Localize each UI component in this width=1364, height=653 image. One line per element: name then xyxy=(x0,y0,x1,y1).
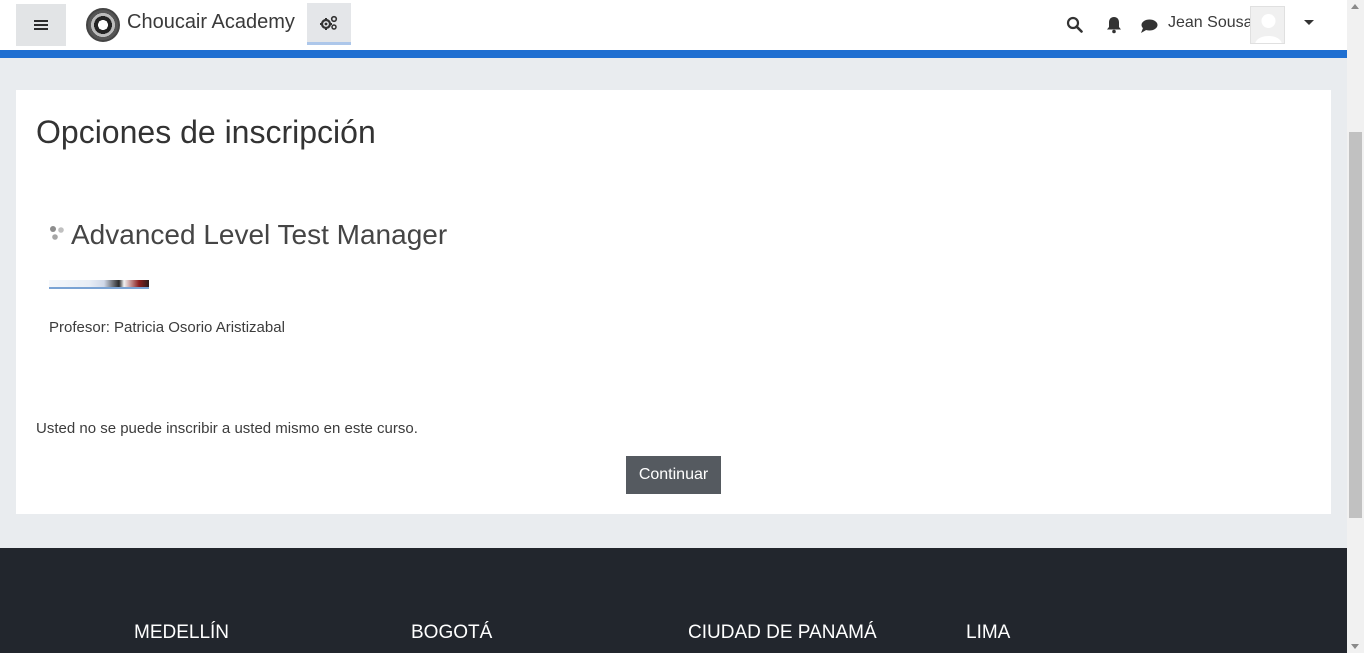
site-logo[interactable] xyxy=(86,8,120,42)
footer: MEDELLÍN BOGOTÁ CIUDAD DE PANAMÁ LIMA xyxy=(0,548,1347,653)
search-button[interactable] xyxy=(1064,14,1084,34)
site-brand-name[interactable]: Choucair Academy xyxy=(127,11,295,34)
user-silhouette-icon xyxy=(1255,14,1282,43)
scrollbar-thumb[interactable] xyxy=(1349,132,1362,518)
page-title: Opciones de inscripción xyxy=(36,114,376,150)
footer-city-bogota: BOGOTÁ xyxy=(411,622,493,643)
enrolment-notice: Usted no se puede inscribir a usted mism… xyxy=(36,420,418,437)
bell-icon xyxy=(1107,17,1121,34)
course-teacher: Profesor: Patricia Osorio Aristizabal xyxy=(49,319,285,336)
course-icon xyxy=(50,226,64,240)
course-image xyxy=(49,280,149,289)
chat-icon xyxy=(1141,19,1158,33)
avatar[interactable] xyxy=(1250,6,1285,44)
settings-button[interactable] xyxy=(307,3,351,45)
continue-button[interactable]: Continuar xyxy=(626,456,721,494)
main-content-card: Opciones de inscripción Advanced Level T… xyxy=(16,90,1331,514)
course-name-link[interactable]: Advanced Level Test Manager xyxy=(71,219,447,251)
top-navbar: Choucair Academy Jean Sousa xyxy=(0,0,1347,50)
footer-city-medellin: MEDELLÍN xyxy=(134,622,230,643)
scroll-down-arrow-icon[interactable] xyxy=(1351,644,1359,649)
user-menu-caret-down-icon[interactable] xyxy=(1304,20,1314,25)
hamburger-icon xyxy=(34,19,48,31)
page-scrollbar[interactable] xyxy=(1347,0,1364,653)
settings-icon xyxy=(320,15,338,30)
messages-button[interactable] xyxy=(1139,16,1159,36)
scroll-up-arrow-icon[interactable] xyxy=(1351,4,1359,9)
footer-city-panama: CIUDAD DE PANAMÁ xyxy=(688,622,877,643)
navbar-accent-stripe xyxy=(0,50,1347,58)
user-name[interactable]: Jean Sousa xyxy=(1168,14,1253,32)
search-icon xyxy=(1066,16,1083,33)
footer-city-lima: LIMA xyxy=(966,622,1011,643)
hamburger-menu-button[interactable] xyxy=(16,4,66,46)
notifications-button[interactable] xyxy=(1104,15,1124,35)
